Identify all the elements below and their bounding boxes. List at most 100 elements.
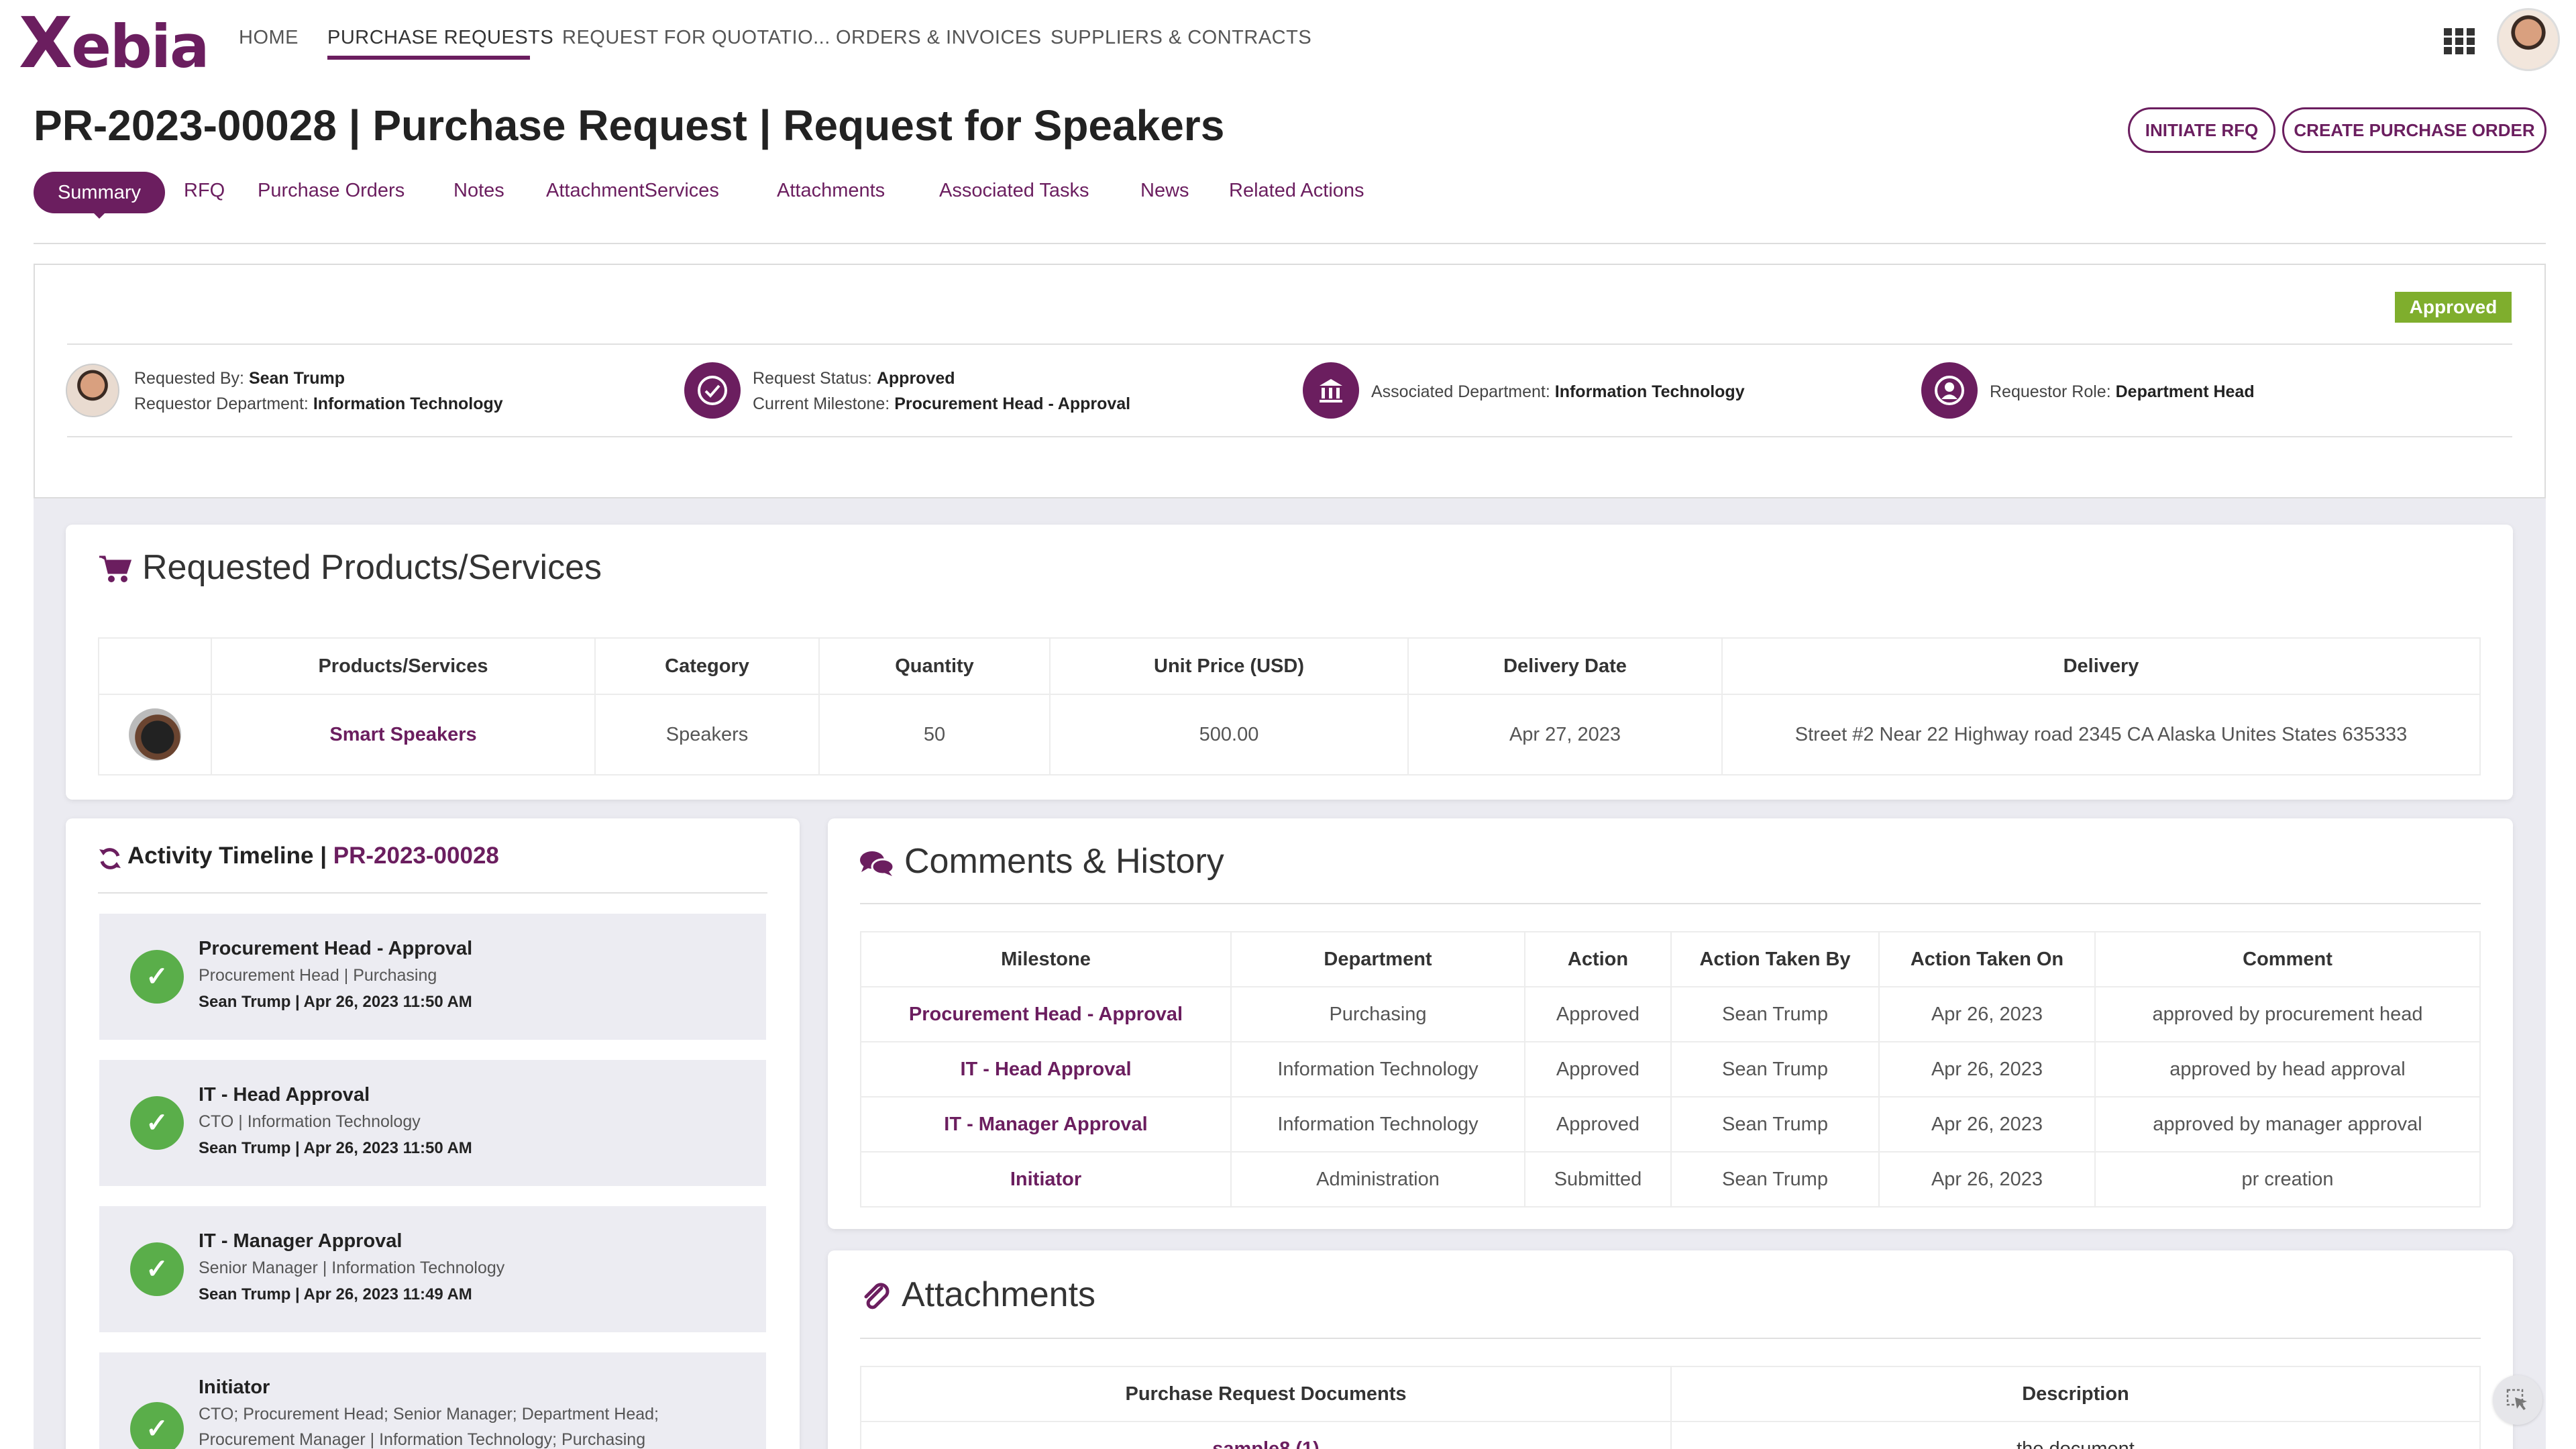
products-table: Products/Services Category Quantity Unit… xyxy=(98,637,2481,775)
timeline-item-title: Initiator xyxy=(199,1377,270,1398)
check-circle-icon: ✓ xyxy=(130,1096,184,1150)
attachments-divider xyxy=(860,1338,2481,1339)
timeline-title: Activity Timeline | PR-2023-00028 xyxy=(127,843,499,869)
product-delivery-address: Street #2 Near 22 Highway road 2345 CA A… xyxy=(1721,694,2481,775)
timeline-item-meta: Sean Trump | Apr 26, 2023 11:50 AM xyxy=(199,1139,472,1157)
action-cell: Approved xyxy=(1524,986,1672,1042)
timeline-item: ✓ IT - Manager Approval Senior Manager |… xyxy=(99,1206,766,1332)
milestone-link[interactable]: Procurement Head - Approval xyxy=(860,986,1232,1042)
milestone-link[interactable]: Initiator xyxy=(860,1151,1232,1208)
comments-title: Comments & History xyxy=(904,842,1224,881)
timeline-item-title: Procurement Head - Approval xyxy=(199,938,473,959)
timeline-divider xyxy=(98,892,767,894)
timeline-item: ✓ Procurement Head - Approval Procuremen… xyxy=(99,914,766,1040)
column-header-action-taken-on: Action Taken On xyxy=(1878,931,2096,987)
department-cell: Information Technology xyxy=(1230,1096,1525,1152)
timeline-item-subtitle: Procurement Manager | Information Techno… xyxy=(199,1430,646,1449)
tab-attachment-services[interactable]: AttachmentServices xyxy=(546,180,719,202)
attachments-table: Purchase Request Documents Description s… xyxy=(860,1366,2481,1449)
product-image-cell xyxy=(98,694,212,775)
product-image xyxy=(129,708,181,761)
milestone-link[interactable]: IT - Manager Approval xyxy=(860,1096,1232,1152)
tab-news[interactable]: News xyxy=(1140,180,1189,202)
tab-notes[interactable]: Notes xyxy=(453,180,504,202)
tab-attachments[interactable]: Attachments xyxy=(777,180,885,202)
page-title: PR-2023-00028 | Purchase Request | Reque… xyxy=(34,101,1225,150)
tab-purchase-orders[interactable]: Purchase Orders xyxy=(258,180,405,202)
document-description: the document xyxy=(1670,1421,2481,1449)
column-header-milestone: Milestone xyxy=(860,931,1232,987)
tab-rfq[interactable]: RFQ xyxy=(184,180,225,202)
summary-divider-bottom xyxy=(67,436,2512,437)
column-header-description: Description xyxy=(1670,1366,2481,1422)
xebia-logo[interactable]: Xebia xyxy=(19,8,209,80)
current-milestone: Current Milestone: Procurement Head - Ap… xyxy=(753,394,1131,413)
comment-cell: approved by head approval xyxy=(2094,1041,2481,1097)
check-circle-icon xyxy=(684,362,741,419)
product-name-cell: Smart Speakers xyxy=(211,694,596,775)
check-circle-icon: ✓ xyxy=(130,950,184,1004)
product-unit-price: 500.00 xyxy=(1049,694,1409,775)
nav-suppliers-contracts[interactable]: SUPPLIERS & CONTRACTS xyxy=(1051,27,1311,49)
summary-panel xyxy=(34,264,2546,498)
nav-purchase-requests[interactable]: PURCHASE REQUESTS xyxy=(327,27,553,49)
associated-department: Associated Department: Information Techn… xyxy=(1371,382,1745,401)
nav-orders-invoices[interactable]: ORDERS & INVOICES xyxy=(836,27,1042,49)
product-link[interactable]: Smart Speakers xyxy=(329,724,476,745)
timeline-item: ✓ Initiator CTO; Procurement Head; Senio… xyxy=(99,1352,766,1449)
timeline-item: ✓ IT - Head Approval CTO | Information T… xyxy=(99,1060,766,1186)
table-row: IT - Manager Approval Information Techno… xyxy=(860,1096,2481,1152)
action-by-cell: Sean Trump xyxy=(1670,986,1880,1042)
action-by-cell: Sean Trump xyxy=(1670,1041,1880,1097)
user-avatar[interactable] xyxy=(2497,8,2560,71)
initiate-rfq-button[interactable]: INITIATE RFQ xyxy=(2128,107,2275,153)
table-row: Initiator Administration Submitted Sean … xyxy=(860,1151,2481,1208)
timeline-item-meta: Sean Trump | Apr 26, 2023 11:49 AM xyxy=(199,1285,472,1303)
timeline-item-subtitle: Senior Manager | Information Technology xyxy=(199,1258,505,1277)
floating-action-button[interactable] xyxy=(2493,1375,2542,1425)
nav-home[interactable]: HOME xyxy=(239,27,299,49)
column-header-delivery-date: Delivery Date xyxy=(1407,637,1723,695)
tab-divider xyxy=(34,243,2546,244)
cursor-select-icon xyxy=(2506,1389,2527,1410)
comment-cell: pr creation xyxy=(2094,1151,2481,1208)
comment-cell: approved by procurement head xyxy=(2094,986,2481,1042)
status-badge: Approved xyxy=(2395,292,2512,323)
document-link[interactable]: sample8 (1) xyxy=(860,1421,1672,1449)
apps-grid-icon[interactable] xyxy=(2444,28,2475,55)
column-header-comment: Comment xyxy=(2094,931,2481,987)
nav-rfq[interactable]: REQUEST FOR QUOTATIO... xyxy=(562,27,830,49)
tab-active-caret xyxy=(93,212,106,219)
column-header-quantity: Quantity xyxy=(818,637,1051,695)
department-cell: Information Technology xyxy=(1230,1041,1525,1097)
request-status: Request Status: Approved xyxy=(753,369,955,388)
create-purchase-order-button[interactable]: CREATE PURCHASE ORDER xyxy=(2282,107,2546,153)
paperclip-icon xyxy=(864,1283,890,1309)
table-row: sample8 (1) the document xyxy=(860,1421,2481,1449)
nav-active-indicator xyxy=(327,56,530,60)
product-delivery-date: Apr 27, 2023 xyxy=(1407,694,1723,775)
timeline-item-subtitle: Procurement Head | Purchasing xyxy=(199,966,437,985)
action-cell: Submitted xyxy=(1524,1151,1672,1208)
user-circle-icon xyxy=(1921,362,1978,419)
tab-related-actions[interactable]: Related Actions xyxy=(1229,180,1364,202)
department-cell: Purchasing xyxy=(1230,986,1525,1042)
table-row: IT - Head Approval Information Technolog… xyxy=(860,1041,2481,1097)
product-quantity: 50 xyxy=(818,694,1051,775)
action-on-cell: Apr 26, 2023 xyxy=(1878,986,2096,1042)
action-cell: Approved xyxy=(1524,1096,1672,1152)
comment-cell: approved by manager approval xyxy=(2094,1096,2481,1152)
check-circle-icon: ✓ xyxy=(130,1402,184,1449)
column-header-image xyxy=(98,637,212,695)
timeline-item-title: IT - Head Approval xyxy=(199,1084,370,1106)
timeline-item-subtitle: CTO; Procurement Head; Senior Manager; D… xyxy=(199,1405,659,1424)
tab-associated-tasks[interactable]: Associated Tasks xyxy=(939,180,1089,202)
refresh-icon xyxy=(99,848,121,869)
tab-summary[interactable]: Summary xyxy=(34,172,165,213)
milestone-link[interactable]: IT - Head Approval xyxy=(860,1041,1232,1097)
comments-table: Milestone Department Action Action Taken… xyxy=(860,931,2481,1208)
timeline-item-meta: Sean Trump | Apr 26, 2023 11:50 AM xyxy=(199,993,472,1011)
requestor-department: Requestor Department: Information Techno… xyxy=(134,394,503,413)
bank-building-icon xyxy=(1303,362,1359,419)
column-header-documents: Purchase Request Documents xyxy=(860,1366,1672,1422)
